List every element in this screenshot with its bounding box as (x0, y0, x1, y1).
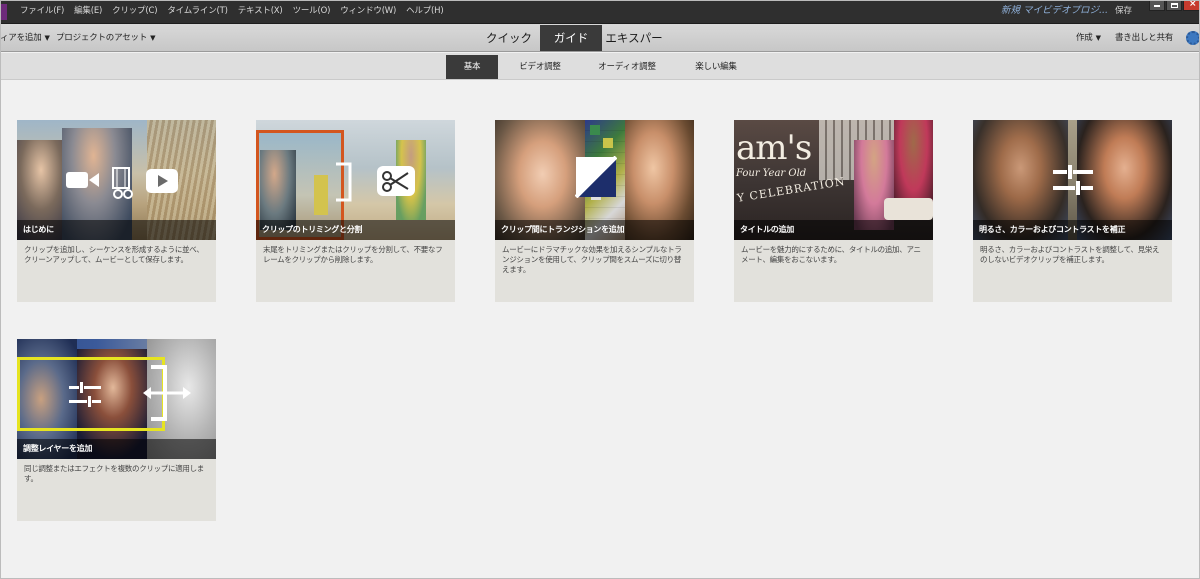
subtabs: 基本 ビデオ調整 オーディオ調整 楽しい編集 (0, 53, 1200, 80)
card-add-titles[interactable]: am's Four Year Old Y CELEBRATION タイトルの追加… (734, 120, 933, 302)
card-title-bar: 調整レイヤーを追加 (17, 439, 216, 459)
card-description: クリップを追加し、シーケンスを形成するように並べ、クリーンアップして、ムービーと… (24, 245, 204, 264)
card-thumbnail: クリップのトリミングと分割 (256, 120, 455, 240)
card-title: 調整レイヤーを追加 (23, 444, 93, 453)
card-title-bar: クリップのトリミングと分割 (256, 220, 455, 240)
adjust-sliders-icon (69, 382, 101, 407)
app-icon (0, 4, 7, 20)
card-description: ムービーにドラマチックな効果を加えるシンプルなトランジションを使用して、クリップ… (502, 245, 682, 274)
add-media-dropdown[interactable]: ィアを追加 ▼ (0, 24, 50, 52)
card-title: タイトルの追加 (740, 225, 794, 234)
card-thumbnail: am's Four Year Old Y CELEBRATION タイトルの追加 (734, 120, 933, 240)
project-assets-label: プロジェクトのアセット (56, 33, 148, 43)
tab-expert[interactable]: エキスパート (602, 25, 666, 71)
subtab-video-adjust[interactable]: ビデオ調整 (512, 55, 568, 79)
menu-tools[interactable]: ツール(O) (293, 0, 331, 24)
maximize-button[interactable] (1166, 0, 1182, 11)
card-title-bar: クリップ間にトランジションを追加 (495, 220, 694, 240)
minimize-button[interactable] (1149, 0, 1165, 11)
scissors-icon (377, 166, 415, 196)
card-description: 同じ調整またはエフェクトを複数のクリップに適用します。 (24, 464, 204, 483)
mode-tabs: クイック ガイド エキスパート (478, 25, 666, 71)
menu-window[interactable]: ウィンドウ(W) (340, 0, 396, 24)
adjust-sliders-icon (1053, 165, 1093, 195)
maximize-icon (1171, 3, 1178, 8)
menu-clip[interactable]: クリップ(C) (112, 0, 157, 24)
card-description: 明るさ、カラーおよびコントラストを調整して、見栄えのしないビデオクリップを補正し… (980, 245, 1160, 264)
tab-quick[interactable]: クイック (478, 25, 540, 51)
menu-text[interactable]: テキスト(X) (238, 0, 283, 24)
menubar: ファイル(F) 編集(E) クリップ(C) タイムライン(T) テキスト(X) … (0, 0, 1200, 24)
close-icon: × (1189, 0, 1197, 9)
chevron-down-icon: ▼ (1095, 34, 1101, 42)
export-share-button[interactable]: 書き出しと共有 (1115, 24, 1173, 52)
menu-edit[interactable]: 編集(E) (74, 0, 102, 24)
trim-bracket-icon (336, 162, 352, 202)
gear-icon[interactable] (1186, 31, 1200, 45)
title-preview-name: am's (736, 128, 812, 168)
project-assets-dropdown[interactable]: プロジェクトのアセット ▼ (56, 24, 156, 52)
chevron-down-icon: ▼ (44, 34, 50, 42)
tab-guided[interactable]: ガイド (540, 25, 602, 51)
subtab-basic[interactable]: 基本 (446, 55, 498, 79)
add-media-label: ィアを追加 (0, 33, 42, 43)
card-transitions[interactable]: クリップ間にトランジションを追加 ムービーにドラマチックな効果を加えるシンプルな… (495, 120, 694, 302)
menu-items: ファイル(F) 編集(E) クリップ(C) タイムライン(T) テキスト(X) … (20, 0, 453, 24)
card-thumbnail: 明るさ、カラーおよびコントラストを補正 (973, 120, 1172, 240)
card-title: 明るさ、カラーおよびコントラストを補正 (979, 225, 1126, 234)
card-title: クリップ間にトランジションを追加 (501, 225, 625, 234)
card-title: クリップのトリミングと分割 (262, 225, 363, 234)
save-button[interactable]: 保存 (1115, 0, 1132, 22)
menu-timeline[interactable]: タイムライン(T) (167, 0, 228, 24)
card-trim-split[interactable]: クリップのトリミングと分割 末尾をトリミングまたはクリップを分割して、不要なフレ… (256, 120, 455, 302)
layer-resize-icon (143, 365, 191, 421)
subtab-audio-adjust[interactable]: オーディオ調整 (596, 55, 658, 79)
card-description: 末尾をトリミングまたはクリップを分割して、不要なフレームをクリップから削除します… (263, 245, 443, 264)
card-title: はじめに (23, 225, 54, 234)
project-name[interactable]: 新規 マイビデオプロジ... (1001, 0, 1108, 22)
window-controls: × (1149, 0, 1200, 11)
film-scissors-icon (112, 167, 133, 199)
card-title-bar: 明るさ、カラーおよびコントラストを補正 (973, 220, 1172, 240)
transition-icon (575, 156, 617, 198)
card-thumbnail: クリップ間にトランジションを追加 (495, 120, 694, 240)
create-label: 作成 (1076, 33, 1093, 43)
close-button[interactable]: × (1183, 0, 1200, 11)
card-getting-started[interactable]: はじめに クリップを追加し、シーケンスを形成するように並べ、クリーンアップして、… (17, 120, 216, 302)
menu-help[interactable]: ヘルプ(H) (406, 0, 444, 24)
card-adjustment-layer[interactable]: 調整レイヤーを追加 同じ調整またはエフェクトを複数のクリップに適用します。 (17, 339, 216, 521)
create-dropdown[interactable]: 作成 ▼ (1076, 24, 1101, 52)
title-preview-subtitle: Four Year Old (736, 168, 807, 179)
card-brightness-color[interactable]: 明るさ、カラーおよびコントラストを補正 明るさ、カラーおよびコントラストを調整し… (973, 120, 1172, 302)
subtab-fun-edits[interactable]: 楽しい編集 (688, 55, 744, 79)
video-camera-icon (66, 172, 99, 188)
minimize-icon (1154, 5, 1160, 7)
card-thumbnail: はじめに (17, 120, 216, 240)
card-title-bar: タイトルの追加 (734, 220, 933, 240)
menu-file[interactable]: ファイル(F) (20, 0, 64, 24)
play-icon (146, 169, 178, 193)
chevron-down-icon: ▼ (150, 34, 156, 42)
card-title-bar: はじめに (17, 220, 216, 240)
card-thumbnail: 調整レイヤーを追加 (17, 339, 216, 459)
card-description: ムービーを魅力的にするために、タイトルの追加、アニメート、編集をおこないます。 (741, 245, 921, 264)
toolbar: ィアを追加▼ プロジェクトのアセット▼ クイック ガイド エキスパート 作成▼ … (0, 24, 1200, 71)
